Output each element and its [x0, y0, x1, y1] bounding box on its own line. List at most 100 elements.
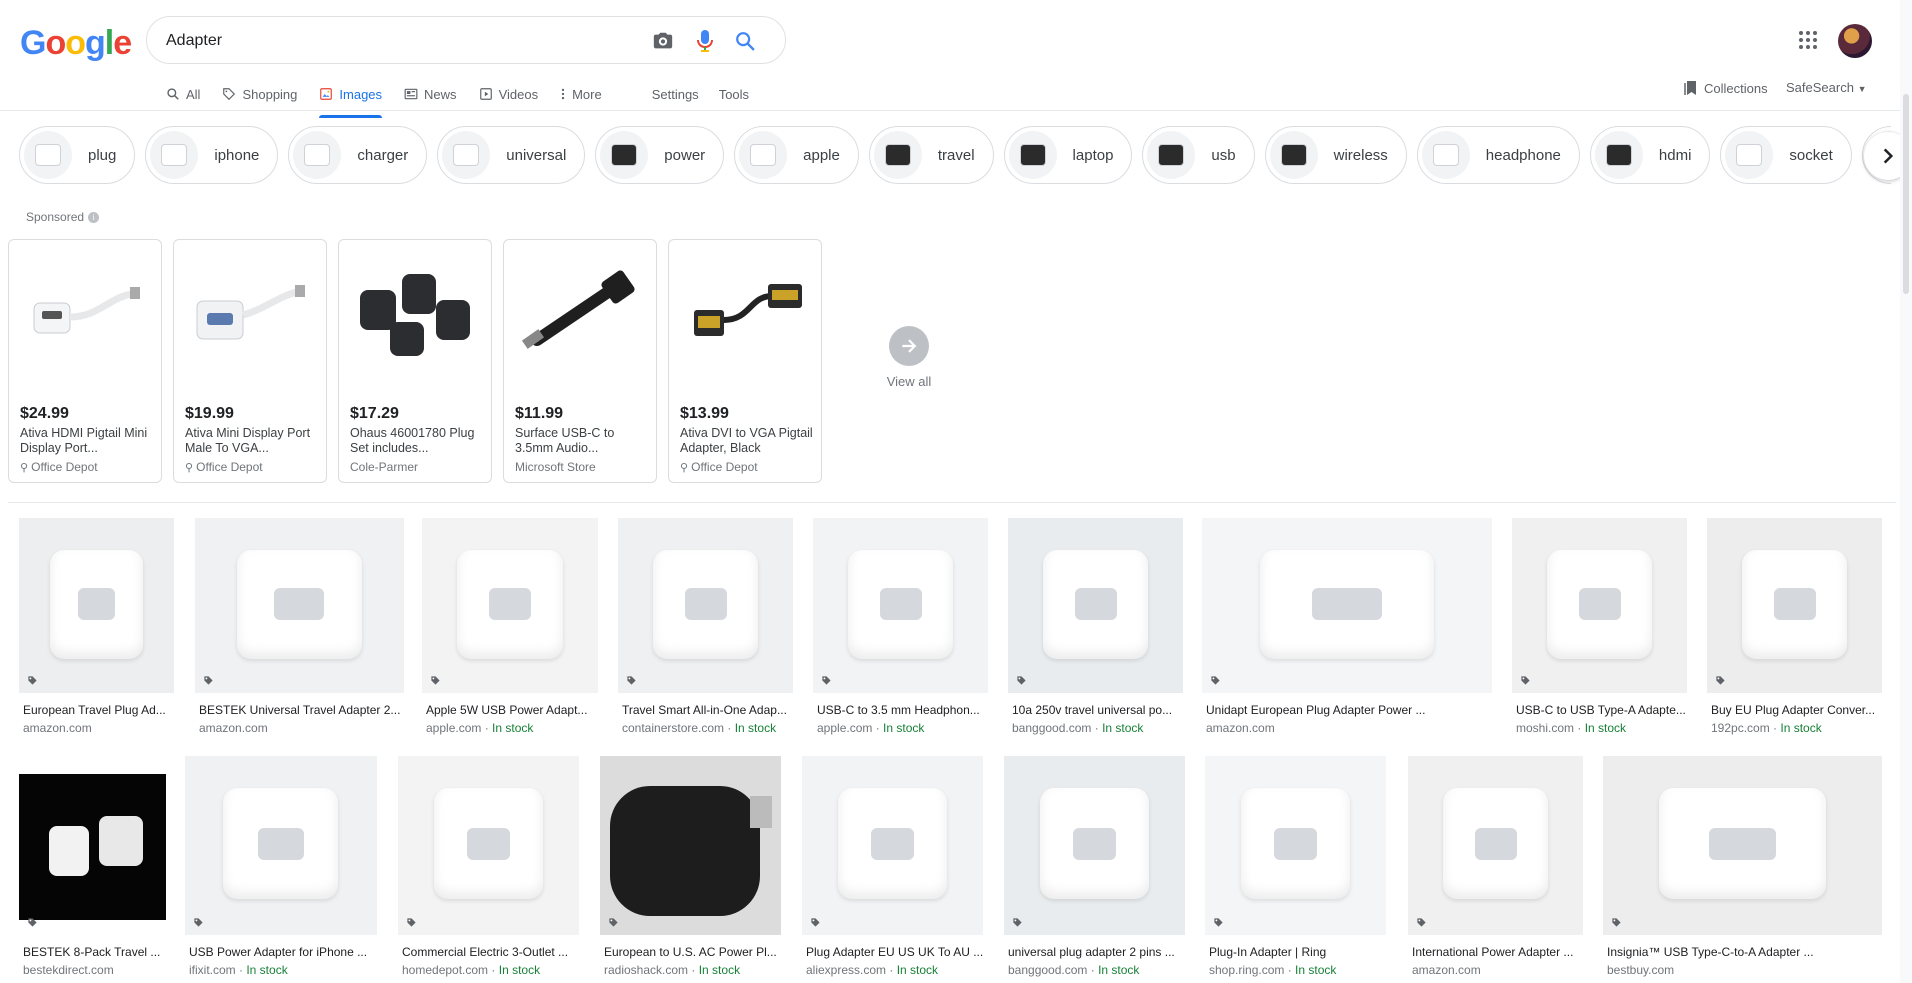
arrow-right-icon	[889, 326, 929, 366]
stock-separator: ·	[688, 963, 699, 977]
chip-usb[interactable]: usb	[1142, 126, 1255, 184]
result-title[interactable]: Travel Smart All-in-One Adap...	[622, 703, 793, 717]
chip-laptop[interactable]: laptop	[1003, 126, 1133, 184]
result-thumbnail	[618, 518, 793, 693]
image-result[interactable]: Travel Smart All-in-One Adap... container…	[618, 518, 793, 737]
result-title[interactable]: International Power Adapter ...	[1412, 945, 1583, 959]
image-result[interactable]: Unidapt European Plug Adapter Power ... a…	[1202, 518, 1492, 737]
view-all-label: View all	[886, 374, 932, 389]
image-result[interactable]: European Travel Plug Ad... amazon.com	[19, 518, 174, 737]
tab-images[interactable]: Images	[319, 78, 382, 118]
image-result[interactable]: International Power Adapter ... amazon.co…	[1408, 756, 1583, 979]
result-source: apple.com · In stock	[426, 721, 533, 735]
image-result[interactable]: Plug-In Adapter | Ring shop.ring.com · In…	[1205, 756, 1386, 979]
result-thumbnail	[802, 756, 983, 935]
result-domain: banggood.com	[1012, 721, 1092, 735]
tab-news[interactable]: News	[404, 78, 457, 110]
chip-thumbnail	[293, 131, 342, 179]
product-price: $24.99	[20, 405, 69, 422]
result-title[interactable]: 10a 250v travel universal po...	[1012, 703, 1183, 717]
product-store: ⚲ Office Depot	[185, 460, 263, 474]
image-result[interactable]: USB-C to USB Type-A Adapte... moshi.com ·…	[1512, 518, 1687, 737]
result-title[interactable]: Unidapt European Plug Adapter Power ...	[1206, 703, 1492, 717]
image-result[interactable]: BESTEK 8-Pack Travel ... bestekdirect.com	[19, 756, 166, 979]
image-result[interactable]: BESTEK Universal Travel Adapter 2... amaz…	[195, 518, 404, 737]
result-title[interactable]: Plug Adapter EU US UK To AU ...	[806, 945, 983, 959]
stock-separator: ·	[1284, 963, 1296, 977]
search-icon[interactable]	[733, 29, 757, 53]
account-avatar[interactable]	[1838, 24, 1872, 58]
result-title[interactable]: Buy EU Plug Adapter Conver...	[1711, 703, 1882, 717]
result-title[interactable]: USB-C to USB Type-A Adapte...	[1516, 703, 1687, 717]
tab-all[interactable]: All	[166, 78, 200, 110]
sponsored-product-card[interactable]: $19.99 Ativa Mini Display Port Male To VG…	[173, 239, 327, 483]
tab-more[interactable]: More	[560, 78, 602, 110]
chip-apple[interactable]: apple	[734, 126, 859, 184]
result-title[interactable]: Plug-In Adapter | Ring	[1209, 945, 1386, 959]
result-title[interactable]: European to U.S. AC Power Pl...	[604, 945, 781, 959]
image-result[interactable]: Commercial Electric 3-Outlet ... homedepo…	[398, 756, 579, 979]
chip-travel[interactable]: travel	[868, 126, 994, 184]
tag-icon	[1518, 673, 1532, 687]
image-result[interactable]: Plug Adapter EU US UK To AU ... aliexpres…	[802, 756, 983, 979]
stock-status: In stock	[698, 963, 741, 977]
chip-wireless[interactable]: wireless	[1264, 126, 1407, 184]
chip-charger[interactable]: charger	[288, 126, 428, 184]
settings-link[interactable]: Settings	[652, 87, 699, 102]
image-result[interactable]: Buy EU Plug Adapter Conver... 192pc.com ·…	[1707, 518, 1882, 737]
chip-hdmi[interactable]: hdmi	[1589, 126, 1711, 184]
chip-label: iphone	[214, 146, 260, 164]
image-result[interactable]: Insignia™ USB Type-C-to-A Adapter ... bes…	[1603, 756, 1882, 979]
more-icon	[560, 87, 566, 101]
result-title[interactable]: BESTEK 8-Pack Travel ...	[23, 945, 166, 959]
collections-link[interactable]: Collections	[1684, 80, 1768, 96]
result-title[interactable]: USB-C to 3.5 mm Headphon...	[817, 703, 988, 717]
sponsored-product-card[interactable]: $13.99 Ativa DVI to VGA Pigtail Adapter, …	[668, 239, 822, 483]
search-input[interactable]	[166, 29, 626, 53]
result-title[interactable]: BESTEK Universal Travel Adapter 2...	[199, 703, 404, 717]
scrollbar-thumb[interactable]	[1903, 94, 1909, 294]
tag-icon	[624, 673, 638, 687]
tab-videos[interactable]: Videos	[479, 78, 538, 110]
view-all-button[interactable]: View all	[878, 326, 940, 389]
chip-thumbnail	[739, 131, 788, 179]
image-result[interactable]: Apple 5W USB Power Adapt... apple.com · I…	[422, 518, 598, 737]
scrollbar[interactable]	[1900, 0, 1912, 983]
result-title[interactable]: universal plug adapter 2 pins ...	[1008, 945, 1185, 959]
image-result[interactable]: 10a 250v travel universal po... banggood.…	[1008, 518, 1183, 737]
info-icon[interactable]: i	[88, 211, 100, 223]
result-title[interactable]: USB Power Adapter for iPhone ...	[189, 945, 377, 959]
result-domain: radioshack.com	[604, 963, 689, 977]
chip-label: hdmi	[1658, 146, 1692, 164]
google-logo[interactable]: Google	[20, 24, 132, 63]
chip-universal[interactable]: universal	[437, 126, 586, 184]
stock-status: In stock	[1098, 963, 1140, 977]
result-title[interactable]: Insignia™ USB Type-C-to-A Adapter ...	[1607, 945, 1882, 959]
tag-icon	[191, 915, 205, 929]
chip-plug[interactable]: plug	[19, 126, 136, 184]
mic-icon[interactable]	[693, 29, 717, 53]
sponsored-product-card[interactable]: $11.99 Surface USB-C to 3.5mm Audio... Mic…	[503, 239, 657, 483]
tag-icon	[404, 915, 418, 929]
image-result[interactable]: USB Power Adapter for iPhone ... ifixit.c…	[185, 756, 377, 979]
image-result[interactable]: European to U.S. AC Power Pl... radioshac…	[600, 756, 781, 979]
apps-grid-icon[interactable]	[1796, 28, 1820, 52]
result-title[interactable]: Commercial Electric 3-Outlet ...	[402, 945, 579, 959]
chip-iphone[interactable]: iphone	[145, 126, 279, 184]
image-result[interactable]: universal plug adapter 2 pins ... banggoo…	[1004, 756, 1185, 979]
chip-socket[interactable]: socket	[1720, 126, 1852, 184]
safesearch-dropdown[interactable]: SafeSearch ▼	[1786, 80, 1866, 95]
result-title[interactable]: European Travel Plug Ad...	[23, 703, 174, 717]
image-result[interactable]: USB-C to 3.5 mm Headphon... apple.com · I…	[813, 518, 988, 737]
camera-icon[interactable]	[651, 29, 675, 53]
result-title[interactable]: Apple 5W USB Power Adapt...	[426, 703, 598, 717]
search-box	[146, 16, 786, 64]
chip-power[interactable]: power	[595, 126, 725, 184]
chip-headphone[interactable]: headphone	[1416, 126, 1580, 184]
sponsored-product-card[interactable]: $24.99 Ativa HDMI Pigtail Mini Display Po…	[8, 239, 162, 483]
logo-letter: o	[65, 24, 86, 62]
sponsored-product-card[interactable]: $17.29 Ohaus 46001780 Plug Set includes..…	[338, 239, 492, 483]
tab-shopping[interactable]: Shopping	[222, 78, 297, 110]
search-icon	[166, 87, 180, 101]
tools-link[interactable]: Tools	[719, 87, 749, 102]
